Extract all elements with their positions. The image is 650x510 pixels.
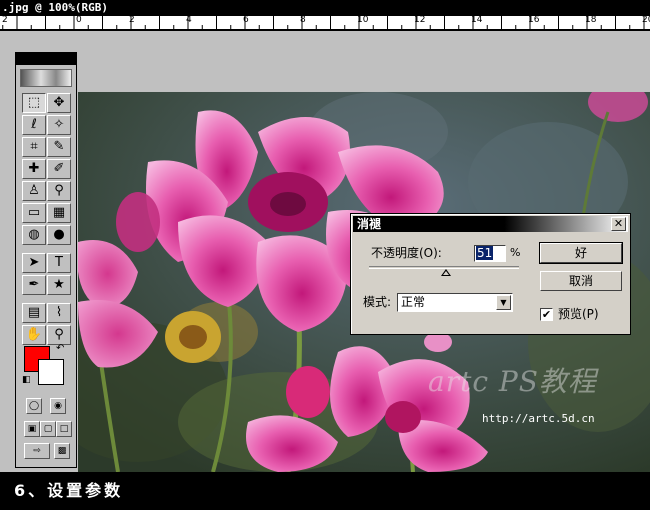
path-selection-tool-icon[interactable]: ➤ — [22, 253, 46, 273]
opacity-value: 51 — [476, 246, 494, 260]
pen-tool-icon[interactable]: ✒ — [22, 275, 46, 295]
chevron-down-icon[interactable]: ▼ — [496, 295, 511, 310]
fade-dialog: 消褪 ✕ 不透明度(O): 51 % 模式: 正常 ▼ 好 取消 ✔ 预览(P) — [350, 213, 631, 335]
zoom-tool-icon[interactable]: ⚲ — [47, 325, 71, 345]
opacity-label: 不透明度(O): — [371, 246, 442, 260]
notes-tool-icon[interactable]: ▤ — [22, 303, 46, 323]
quick-mask-icon[interactable]: ◉ — [50, 398, 66, 414]
ruler-label: 16 — [528, 16, 540, 25]
gradient-tool-icon[interactable]: ▦ — [47, 203, 71, 223]
type-tool-icon[interactable]: T — [47, 253, 71, 273]
ruler-label: 20 — [642, 16, 650, 25]
blur-tool-icon[interactable]: ◍ — [22, 225, 46, 245]
history-brush-tool-icon[interactable]: ⚲ — [47, 181, 71, 201]
site-url-text: http://artc.5d.cn — [482, 412, 595, 425]
tutorial-caption: 6、设置参数 — [0, 472, 650, 510]
standard-screen-icon[interactable]: ▣ — [24, 421, 40, 437]
preview-checkbox[interactable]: ✔ — [540, 308, 553, 321]
mode-label: 模式: — [363, 295, 392, 309]
imageready-icon[interactable]: ▩ — [54, 443, 70, 459]
dialog-title: 消褪 — [357, 217, 382, 231]
ruler-label: 4 — [186, 16, 192, 25]
ruler-label: 8 — [300, 16, 306, 25]
cancel-button[interactable]: 取消 — [540, 271, 622, 291]
ok-button[interactable]: 好 — [539, 242, 623, 264]
hand-tool-icon[interactable]: ✋ — [22, 325, 46, 345]
magic-wand-tool-icon[interactable]: ✧ — [47, 115, 71, 135]
slice-tool-icon[interactable]: ✎ — [47, 137, 71, 157]
mode-select[interactable]: 正常 ▼ — [397, 293, 513, 312]
watermark-text: artc PS教程 — [428, 365, 597, 398]
dodge-tool-icon[interactable]: ● — [47, 225, 71, 245]
lasso-tool-icon[interactable]: ℓ — [22, 115, 46, 135]
toolbox-titlebar[interactable] — [16, 53, 76, 65]
app-logo-icon[interactable] — [20, 69, 72, 87]
ruler-label: 2 — [2, 16, 8, 25]
mode-value: 正常 — [401, 295, 426, 309]
full-screen-icon[interactable]: □ — [56, 421, 72, 437]
healing-brush-tool-icon[interactable]: ✚ — [22, 159, 46, 179]
default-colors-icon[interactable]: ◧ — [22, 375, 31, 385]
full-screen-menu-icon[interactable]: ▢ — [40, 421, 56, 437]
eyedropper-tool-icon[interactable]: ⌇ — [47, 303, 71, 323]
opacity-slider-thumb[interactable] — [440, 269, 451, 276]
brush-tool-icon[interactable]: ✐ — [47, 159, 71, 179]
swap-colors-icon[interactable]: ↶ — [56, 343, 64, 354]
toolbox-panel: ⬚ ✥ ℓ ✧ ⌗ ✎ ✚ ✐ ♙ ⚲ ▭ ▦ ◍ ● ➤ T ✒ ★ ▤ ⌇ ✋ ⚲ ↶ ◧ ◯ ◉ ▣ ▢ □ ⇨ ▩ — [15, 52, 77, 468]
horizontal-ruler: 202468101214161820 — [0, 16, 650, 30]
window-title: .jpg @ 100%(RGB) — [0, 0, 650, 16]
ruler-label: 6 — [243, 16, 249, 25]
custom-shape-tool-icon[interactable]: ★ — [47, 275, 71, 295]
preview-label: 预览(P) — [558, 307, 599, 321]
ruler-label: 18 — [585, 16, 597, 25]
move-tool-icon[interactable]: ✥ — [47, 93, 71, 113]
close-icon[interactable]: ✕ — [611, 217, 626, 231]
dialog-titlebar[interactable]: 消褪 ✕ — [353, 216, 628, 232]
ruler-label: 2 — [129, 16, 135, 25]
clone-stamp-tool-icon[interactable]: ♙ — [22, 181, 46, 201]
background-color-swatch[interactable] — [38, 359, 64, 385]
eraser-tool-icon[interactable]: ▭ — [22, 203, 46, 223]
ruler-label: 10 — [357, 16, 369, 25]
ruler-label: 14 — [471, 16, 483, 25]
standard-mode-icon[interactable]: ◯ — [26, 398, 42, 414]
jump-to-imageready-icon[interactable]: ⇨ — [24, 443, 50, 459]
opacity-input[interactable]: 51 — [474, 245, 506, 262]
crop-tool-icon[interactable]: ⌗ — [22, 137, 46, 157]
ruler-label: 0 — [76, 16, 82, 25]
marquee-tool-icon[interactable]: ⬚ — [22, 93, 46, 113]
opacity-unit: % — [510, 246, 521, 259]
ruler-label: 12 — [414, 16, 426, 25]
